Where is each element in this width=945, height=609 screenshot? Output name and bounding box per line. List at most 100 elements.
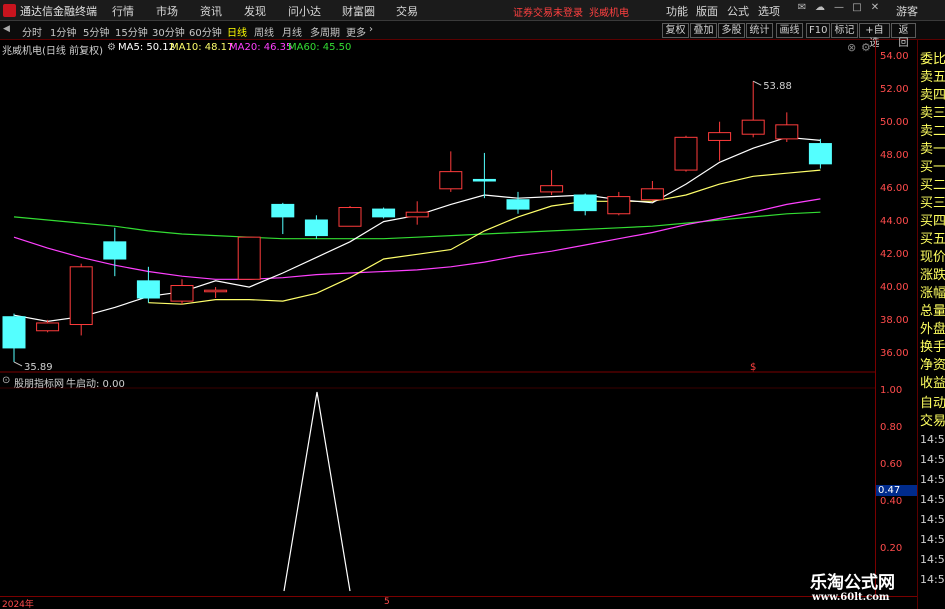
toolbar-multistock[interactable]: 多股 [718, 23, 745, 38]
date-axis-month: 5 [384, 597, 390, 607]
date-axis-year: 2024年 [2, 600, 34, 609]
trade-time: 14:56 [920, 433, 945, 446]
quote-side-panel: 委比 卖五 卖四 卖三 卖二 卖一 买一 买二 买三 买四 买五 现价 涨跌 涨… [917, 40, 945, 609]
settings-icon[interactable]: ⚙ [107, 42, 116, 53]
auto-trade-label[interactable]: 自动 [920, 392, 945, 411]
period-daily[interactable]: 日线 [227, 24, 247, 39]
period-5min[interactable]: 5分钟 [83, 24, 109, 39]
period-monthly[interactable]: 月线 [282, 24, 302, 39]
chart-title: 兆威机电(日线 前复权) [2, 46, 103, 57]
toolbar-adjust[interactable]: 复权 [662, 23, 689, 38]
guest-label[interactable]: 游客 [896, 3, 918, 19]
toolbar-overlay[interactable]: 叠加 [690, 23, 717, 38]
price-axis: 54.00 52.00 50.00 48.00 46.00 44.00 42.0… [875, 40, 917, 596]
collapse-left-icon[interactable]: ◀ [3, 24, 10, 34]
side-label: 涨幅 [920, 286, 945, 301]
indicator-tick: 0.80 [880, 422, 903, 433]
minimize-icon[interactable]: — [833, 2, 845, 16]
cloud-icon[interactable]: ☁ [814, 2, 826, 16]
indicator-tick: 1.00 [880, 385, 903, 396]
toolbar-draw[interactable]: 画线 [776, 23, 803, 38]
side-label: 买三 [920, 196, 945, 211]
price-tick: 48.00 [880, 150, 909, 161]
menu-item-trade[interactable]: 交易 [396, 3, 418, 19]
menu-item-news[interactable]: 资讯 [200, 3, 222, 19]
side-label: 净资 [920, 358, 945, 373]
indicator-toggle-icon[interactable]: ⊙ [2, 375, 10, 386]
indicator-header: ⊙ 股朋指标网 牛启动: 0.00 [0, 372, 875, 390]
side-label: 换手 [920, 340, 945, 355]
period-15min[interactable]: 15分钟 [115, 24, 148, 39]
period-weekly[interactable]: 周线 [254, 24, 274, 39]
watermark-url: www.60lt.com [812, 592, 890, 603]
settings-gear-icon[interactable]: ⚙ [861, 41, 871, 54]
trade-label[interactable]: 交易 [920, 410, 945, 429]
menu-item-market[interactable]: 行情 [112, 3, 134, 19]
period-toolbar: ◀ 分时 1分钟 5分钟 15分钟 30分钟 60分钟 日线 周线 月线 多周期… [0, 21, 945, 49]
candle-up [36, 322, 60, 332]
side-label: 外盘 [920, 322, 945, 337]
candle-up [405, 211, 429, 218]
menu-options[interactable]: 选项 [758, 3, 780, 19]
period-intraday[interactable]: 分时 [22, 24, 42, 39]
candle-down [136, 280, 160, 299]
toolbar-stats[interactable]: 统计 [746, 23, 773, 38]
toolbar-f10[interactable]: F10 [806, 23, 830, 38]
mail-icon[interactable]: ✉ [796, 2, 808, 16]
candle-up [439, 171, 463, 190]
toolbar-mark[interactable]: 标记 [831, 23, 858, 38]
candle-up [775, 124, 799, 140]
trade-time: 14:56 [920, 533, 945, 546]
period-30min[interactable]: 30分钟 [152, 24, 185, 39]
side-label: 买一 [920, 160, 945, 175]
price-tick: 46.00 [880, 183, 909, 194]
more-chevron-icon[interactable]: › [369, 24, 373, 35]
maximize-icon[interactable]: □ [851, 2, 863, 16]
side-label: 卖五 [920, 70, 945, 85]
side-label: 总量 [920, 304, 945, 319]
candle-down [304, 219, 328, 237]
watermark-title: 乐淘公式网 [810, 573, 895, 593]
side-label: 收益 [920, 376, 945, 391]
period-1min[interactable]: 1分钟 [50, 24, 76, 39]
candle-down [103, 241, 127, 260]
indicator-line [283, 391, 351, 592]
login-warning[interactable]: 证券交易未登录 [513, 4, 583, 19]
menu-layout[interactable]: 版面 [696, 3, 718, 19]
app-logo-icon [3, 4, 16, 17]
trade-time: 14:56 [920, 513, 945, 526]
candle-down [506, 199, 530, 210]
side-label: 卖一 [920, 142, 945, 157]
side-label: 买五 [920, 232, 945, 247]
candle-down [808, 143, 832, 165]
candle-down [2, 316, 26, 349]
indicator-value: 牛启动: 0.00 [66, 379, 125, 390]
close-panel-icon[interactable]: ⊗ [847, 41, 856, 54]
ma10-label: MA10: 48.17 [170, 42, 234, 53]
menu-formula[interactable]: 公式 [727, 3, 749, 19]
candle-up [540, 185, 564, 193]
side-label: 买四 [920, 214, 945, 229]
toolbar-add-watch[interactable]: +自选 [859, 23, 890, 49]
period-multi[interactable]: 多周期 [310, 24, 340, 39]
menu-function[interactable]: 功能 [666, 3, 688, 19]
main-chart-header: 兆威机电(日线 前复权) ⚙ MA5: 50.12 MA10: 48.17 MA… [0, 40, 875, 57]
kline-chart[interactable]: 53.8835.89 $ [0, 40, 875, 596]
price-tick: 50.00 [880, 117, 909, 128]
price-tick: 44.00 [880, 216, 909, 227]
candle-up [170, 285, 194, 302]
menu-item-exchange[interactable]: 市场 [156, 3, 178, 19]
indicator-tick: 0.60 [880, 459, 903, 470]
menu-item-discover[interactable]: 发现 [244, 3, 266, 19]
candle-up [741, 119, 765, 135]
trade-time: 14:56 [920, 553, 945, 566]
menu-item-ask[interactable]: 问小达 [288, 3, 321, 19]
period-60min[interactable]: 60分钟 [189, 24, 222, 39]
period-more[interactable]: 更多 [346, 24, 366, 39]
candle-up [237, 236, 261, 280]
menu-bar: 通达信金融终端 行情 市场 资讯 发现 问小达 财富圈 交易 证券交易未登录 兆… [0, 0, 945, 21]
menu-item-wealth[interactable]: 财富圈 [342, 3, 375, 19]
close-icon[interactable]: ✕ [869, 2, 881, 16]
side-label: 卖三 [920, 106, 945, 121]
toolbar-back[interactable]: 返回 [891, 23, 916, 49]
